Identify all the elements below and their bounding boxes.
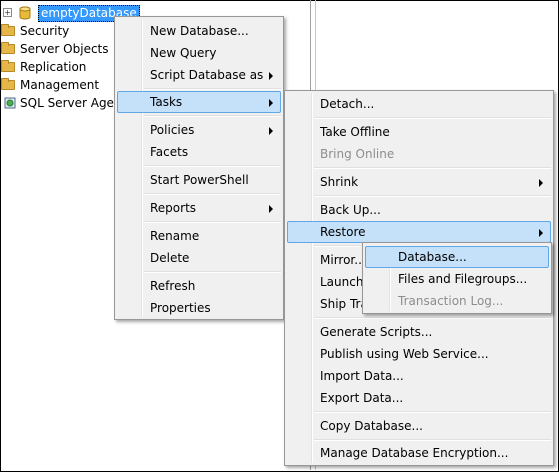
restore-submenu: Database... Files and Filegroups... Tran…	[362, 242, 552, 314]
menu-item-generate-scripts[interactable]: Generate Scripts...	[287, 321, 551, 343]
tree-node-label: Management	[20, 78, 100, 92]
tree-node-sql-server-agent[interactable]: SQL Server Agent	[1, 94, 126, 112]
menu-item-facets[interactable]: Facets	[117, 141, 281, 163]
menu-item-reports[interactable]: Reports	[117, 197, 281, 219]
submenu-arrow-icon	[269, 127, 273, 135]
menu-item-policies[interactable]: Policies	[117, 119, 281, 141]
database-icon	[19, 6, 31, 20]
submenu-arrow-icon	[269, 72, 273, 80]
menu-separator	[314, 317, 551, 319]
menu-item-shrink[interactable]: Shrink	[287, 171, 551, 193]
menu-item-bring-online: Bring Online	[320, 147, 395, 161]
menu-item-script-database-as[interactable]: Script Database as	[117, 64, 281, 86]
folder-icon	[1, 24, 15, 36]
menu-separator	[314, 117, 551, 119]
menu-item-label: Shrink	[320, 175, 359, 189]
database-context-menu: New Database... New Query Script Databas…	[114, 16, 284, 320]
menu-separator	[144, 193, 281, 195]
menu-item-publish-web-service[interactable]: Publish using Web Service...	[287, 343, 551, 365]
menu-item-transaction-log: Transaction Log...	[398, 294, 504, 308]
menu-item-delete[interactable]: Delete	[117, 247, 281, 269]
tree-node-security[interactable]: Security	[1, 22, 121, 40]
expand-collapse-icon[interactable]: +	[3, 8, 12, 17]
menu-item-files-and-filegroups[interactable]: Files and Filegroups...	[365, 268, 549, 290]
submenu-arrow-icon	[539, 179, 543, 187]
menu-separator	[144, 115, 281, 117]
menu-item-import-data[interactable]: Import Data...	[287, 365, 551, 387]
menu-item-label: Policies	[150, 123, 195, 137]
menu-item-new-database[interactable]: New Database...	[117, 20, 281, 42]
menu-item-refresh[interactable]: Refresh	[117, 275, 281, 297]
menu-item-copy-database[interactable]: Copy Database...	[287, 415, 551, 437]
tree-node-replication[interactable]: Replication	[1, 58, 121, 76]
tree-node-label: SQL Server Agent	[20, 96, 127, 110]
menu-separator	[144, 271, 281, 273]
tree-node-label: Security	[20, 24, 70, 38]
tree-node-server-objects[interactable]: Server Objects	[1, 40, 121, 58]
menu-item-label: Tasks	[150, 95, 183, 109]
menu-separator	[144, 88, 281, 90]
menu-item-label: Restore	[320, 225, 366, 239]
folder-icon	[1, 60, 15, 72]
submenu-arrow-icon	[269, 205, 273, 213]
menu-item-start-powershell[interactable]: Start PowerShell	[117, 169, 281, 191]
tree-node-label: Replication	[20, 60, 87, 74]
menu-item-detach[interactable]: Detach...	[287, 93, 551, 115]
menu-separator	[144, 221, 281, 223]
menu-item-restore[interactable]: Restore	[287, 221, 551, 243]
menu-item-take-offline[interactable]: Take Offline	[287, 121, 551, 143]
sql-agent-icon	[4, 97, 16, 109]
menu-separator	[314, 195, 551, 197]
menu-item-restore-database[interactable]: Database...	[365, 246, 549, 268]
folder-icon	[1, 78, 15, 90]
menu-item-tasks[interactable]: Tasks	[117, 91, 281, 113]
menu-item-label: Reports	[150, 201, 197, 215]
menu-item-label: Script Database as	[150, 68, 264, 82]
menu-separator	[314, 167, 551, 169]
folder-icon	[1, 42, 15, 54]
menu-item-export-data[interactable]: Export Data...	[287, 387, 551, 409]
menu-item-manage-database-encryption[interactable]: Manage Database Encryption...	[287, 442, 551, 464]
tree-node-management[interactable]: Management	[1, 76, 121, 94]
menu-separator	[314, 411, 551, 413]
menu-item-rename[interactable]: Rename	[117, 225, 281, 247]
submenu-arrow-icon	[269, 99, 273, 107]
menu-separator	[144, 165, 281, 167]
menu-item-back-up[interactable]: Back Up...	[287, 199, 551, 221]
menu-item-new-query[interactable]: New Query	[117, 42, 281, 64]
menu-separator	[314, 439, 551, 441]
submenu-arrow-icon	[539, 229, 543, 237]
tree-node-label: Server Objects	[20, 42, 109, 56]
menu-item-properties[interactable]: Properties	[117, 297, 281, 319]
